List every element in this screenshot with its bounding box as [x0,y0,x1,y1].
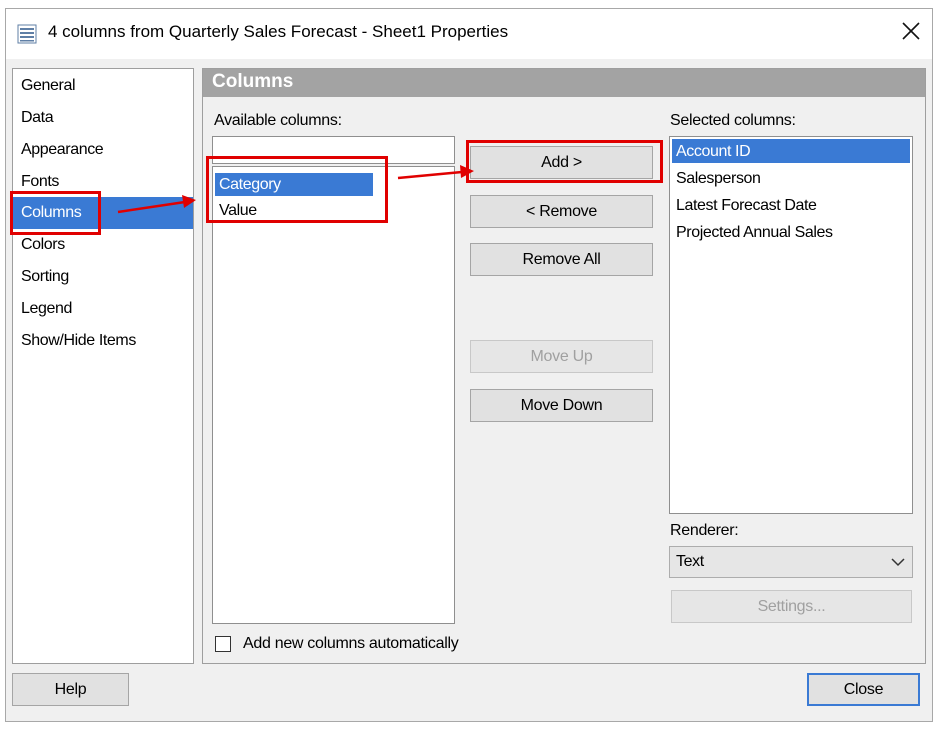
annotation-box-add [466,140,663,183]
nav-item-fonts[interactable]: Fonts [21,173,59,191]
renderer-label: Renderer: [670,522,739,539]
selected-item-latest-forecast-date[interactable]: Latest Forecast Date [676,197,817,215]
available-columns-label: Available columns: [214,112,342,129]
annotation-box-columns [10,191,101,235]
renderer-value: Text [676,553,704,570]
selected-columns-label: Selected columns: [670,112,796,129]
help-button[interactable]: Help [12,673,129,706]
annotation-box-available [206,156,388,223]
auto-add-checkbox[interactable] [215,636,231,652]
move-up-button[interactable]: Move Up [470,340,653,373]
auto-add-label: Add new columns automatically [243,635,459,652]
panel-title: Columns [212,71,294,92]
nav-item-colors[interactable]: Colors [21,236,65,254]
remove-all-button[interactable]: Remove All [470,243,653,276]
move-down-button[interactable]: Move Down [470,389,653,422]
renderer-select[interactable] [669,546,913,578]
close-button[interactable]: Close [807,673,920,706]
list-icon [17,24,37,44]
nav-item-show-hide-items[interactable]: Show/Hide Items [21,332,136,350]
chevron-down-icon [891,558,905,567]
selected-item-account-id[interactable]: Account ID [676,143,751,161]
nav-item-data[interactable]: Data [21,109,54,127]
selected-columns-list[interactable] [669,136,913,514]
close-icon[interactable] [898,18,924,44]
nav-item-sorting[interactable]: Sorting [21,268,69,286]
available-columns-list[interactable] [212,166,455,624]
nav-item-general[interactable]: General [21,77,76,95]
nav-item-legend[interactable]: Legend [21,300,72,318]
selected-item-projected-annual-sales[interactable]: Projected Annual Sales [676,224,833,242]
settings-button[interactable]: Settings... [671,590,912,623]
remove-button[interactable]: < Remove [470,195,653,228]
panel-header [203,69,925,97]
nav-item-appearance[interactable]: Appearance [21,141,104,159]
window-title: 4 columns from Quarterly Sales Forecast … [48,22,509,41]
selected-item-salesperson[interactable]: Salesperson [676,170,761,188]
